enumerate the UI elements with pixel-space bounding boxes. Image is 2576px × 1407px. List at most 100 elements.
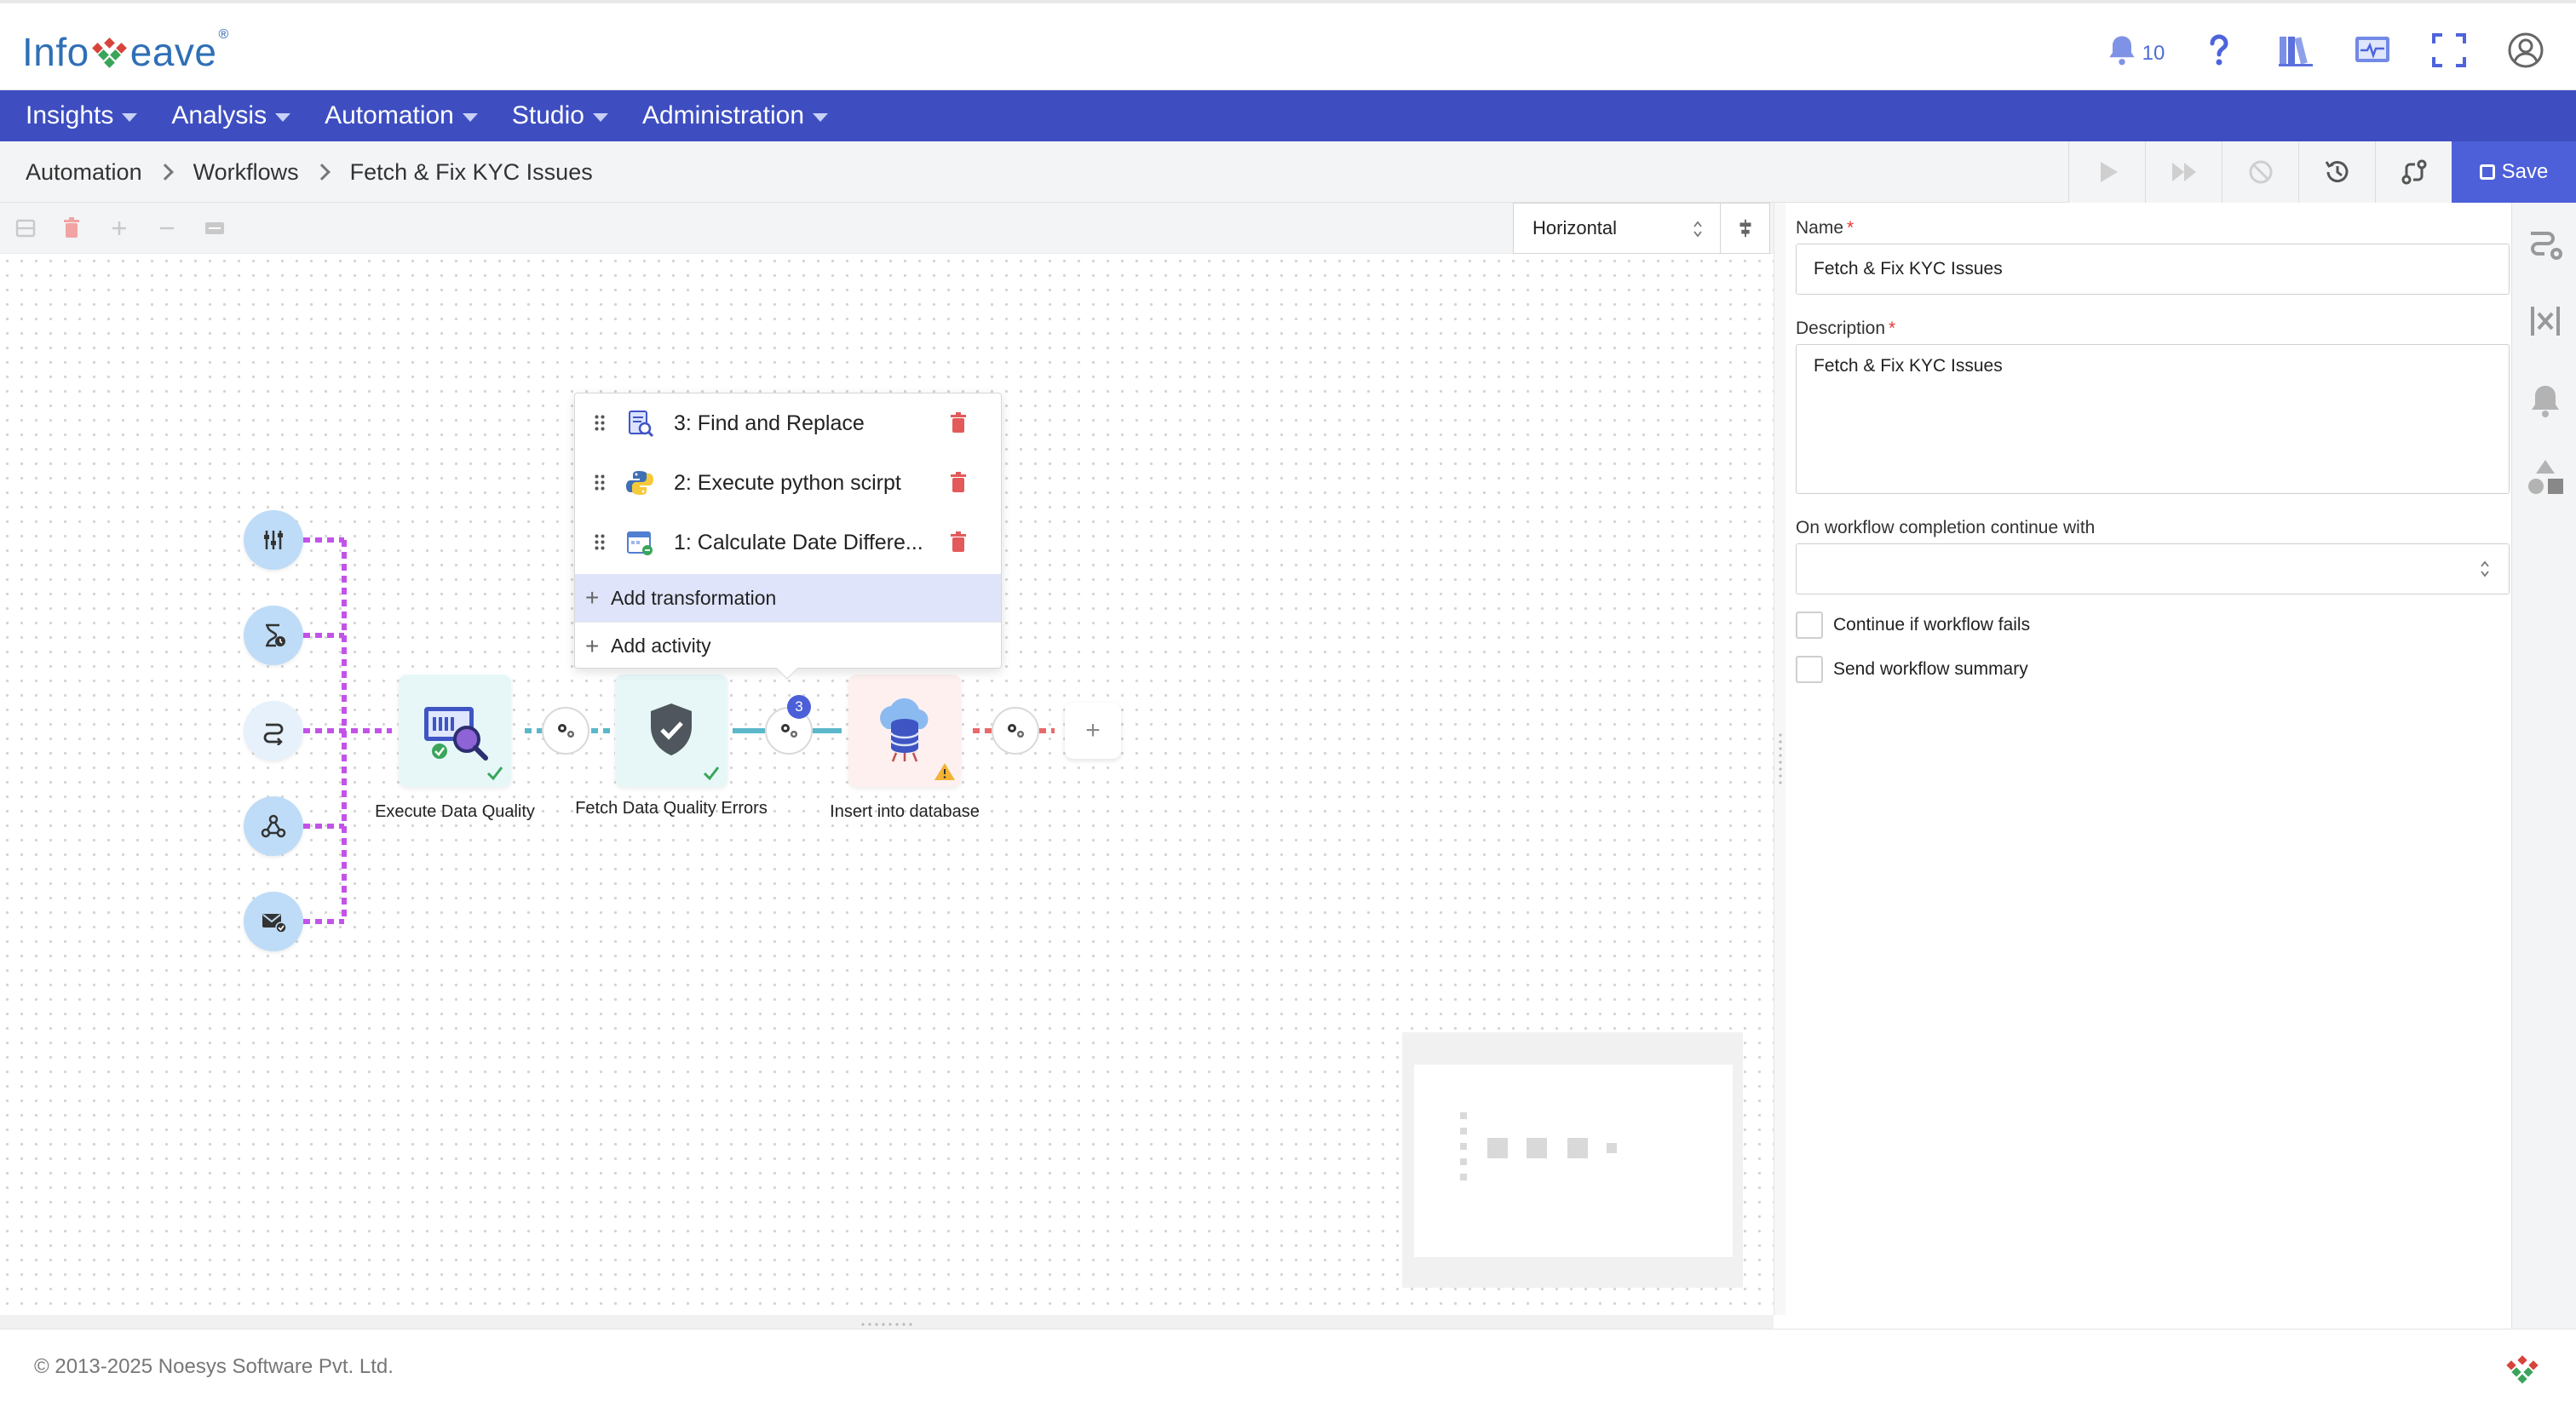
description-textarea[interactable]: Fetch & Fix KYC Issues	[1796, 344, 2510, 494]
caret-down-icon	[122, 113, 138, 122]
variables-icon[interactable]	[2524, 300, 2567, 342]
drag-handle-icon[interactable]	[594, 533, 606, 552]
delete-transformation-icon[interactable]	[948, 412, 969, 434]
node-insert-into-database[interactable]	[848, 675, 961, 787]
trigger-schedule[interactable]	[244, 606, 303, 665]
workflow-settings-icon[interactable]	[2524, 223, 2567, 266]
stop-button[interactable]	[2222, 141, 2298, 203]
nav-analysis[interactable]: Analysis	[171, 101, 291, 130]
question-icon	[2210, 34, 2228, 66]
trigger-parameters[interactable]	[244, 510, 303, 570]
transformation-item[interactable]: 2: Execute python scirpt	[575, 453, 1001, 513]
trigger-webhook[interactable]	[244, 796, 303, 856]
select-updown-icon	[2481, 560, 2489, 577]
nav-insights[interactable]: Insights	[26, 101, 138, 130]
add-transformation-button[interactable]: + Add transformation	[575, 574, 1001, 622]
drag-handle-icon[interactable]	[594, 414, 606, 433]
monitor-pulse-icon	[2355, 37, 2389, 62]
alerts-bell-icon[interactable]	[2524, 380, 2567, 422]
footer-logo-icon	[2506, 1355, 2539, 1384]
mail-check-icon	[262, 914, 287, 933]
add-node-button[interactable]: +	[1065, 703, 1121, 759]
caret-down-icon	[275, 113, 291, 122]
hourglass-clock-icon	[266, 623, 285, 647]
minimap-node	[1527, 1138, 1547, 1158]
grip-icon	[1776, 732, 1784, 786]
gears-icon	[781, 724, 797, 738]
breadcrumb-bar: Automation Workflows Fetch & Fix KYC Iss…	[0, 141, 2576, 203]
caret-down-icon	[592, 113, 608, 122]
minimap-node	[1607, 1143, 1617, 1153]
name-label: Name *	[1796, 218, 1854, 238]
trigger-email[interactable]	[244, 892, 303, 951]
infoveave-logo[interactable]: Info eave ®	[22, 22, 229, 82]
right-tool-rail	[2511, 203, 2576, 1329]
fullscreen-button[interactable]	[2411, 20, 2487, 80]
name-input[interactable]: Fetch & Fix KYC Issues	[1796, 244, 2510, 295]
node-execute-data-quality[interactable]	[399, 675, 511, 787]
run-button[interactable]	[2068, 141, 2145, 203]
breadcrumb: Automation Workflows Fetch & Fix KYC Iss…	[26, 141, 593, 203]
connector-settings-1[interactable]	[542, 707, 589, 755]
notification-count: 10	[2142, 42, 2165, 65]
drag-handle-icon[interactable]	[594, 474, 606, 492]
continue-if-fails-checkbox[interactable]	[1796, 612, 1823, 639]
node-fetch-data-quality-errors[interactable]	[615, 675, 727, 787]
nav-administration[interactable]: Administration	[642, 101, 829, 130]
sliders-icon	[264, 531, 283, 549]
main-navigation: Insights Analysis Automation Studio Admi…	[0, 90, 2576, 141]
stop-circle-icon	[2249, 160, 2272, 184]
versions-button[interactable]	[2375, 141, 2452, 203]
shapes-icon[interactable]	[2524, 457, 2567, 499]
completion-select[interactable]	[1796, 543, 2510, 594]
chevron-right-icon	[156, 164, 174, 181]
minimap-viewport[interactable]	[1414, 1065, 1733, 1257]
cloud-database-icon	[880, 698, 929, 762]
history-button[interactable]	[2298, 141, 2375, 203]
caret-down-icon	[813, 113, 829, 122]
nav-studio[interactable]: Studio	[512, 101, 608, 130]
panel-splitter[interactable]	[1774, 203, 1785, 1315]
warning-icon	[934, 763, 955, 780]
plus-icon: +	[585, 584, 600, 611]
send-summary-checkbox[interactable]	[1796, 656, 1823, 683]
activity-monitor-button[interactable]	[2334, 20, 2411, 80]
run-from-button[interactable]	[2145, 141, 2222, 203]
minimap-node	[1460, 1143, 1467, 1150]
nav-automation[interactable]: Automation	[325, 101, 478, 130]
save-button[interactable]: Save	[2452, 141, 2576, 203]
books-icon	[2279, 37, 2313, 66]
continue-if-fails-label: Continue if workflow fails	[1833, 615, 2031, 635]
send-summary-label: Send workflow summary	[1833, 659, 2028, 679]
python-icon	[626, 471, 653, 495]
delete-transformation-icon[interactable]	[948, 472, 969, 494]
fast-forward-icon	[2171, 163, 2196, 181]
canvas-minimap[interactable]	[1402, 1032, 1743, 1288]
transformation-item[interactable]: 3: Find and Replace	[575, 393, 1001, 453]
bell-icon	[2108, 36, 2135, 66]
delete-transformation-icon[interactable]	[948, 531, 969, 554]
chevron-right-icon	[313, 164, 331, 181]
route-icon	[263, 723, 284, 745]
shield-check-icon	[651, 704, 692, 755]
user-profile-button[interactable]	[2487, 20, 2564, 80]
notifications-button[interactable]: 10	[2087, 20, 2181, 80]
breadcrumb-workflows[interactable]: Workflows	[193, 159, 299, 186]
webhook-icon	[261, 814, 286, 838]
workflow-properties-panel: Name * Fetch & Fix KYC Issues Description…	[1785, 203, 2511, 1329]
logo-weave-mark-icon	[91, 37, 127, 68]
workflow-actions: Save	[2068, 141, 2576, 203]
minimap-node	[1460, 1112, 1467, 1119]
trigger-workflow[interactable]	[244, 701, 303, 761]
transformation-item[interactable]: 1: Calculate Date Differe...	[575, 513, 1001, 572]
user-avatar-icon	[2508, 32, 2544, 68]
transformation-count-badge: 3	[787, 695, 811, 719]
help-button[interactable]	[2181, 20, 2257, 80]
breadcrumb-automation[interactable]: Automation	[26, 159, 142, 186]
save-disk-icon	[2479, 164, 2495, 180]
library-button[interactable]	[2257, 20, 2334, 80]
data-quality-scan-icon	[424, 707, 488, 761]
connector-settings-3[interactable]	[992, 707, 1039, 755]
minimap-node	[1460, 1174, 1467, 1180]
minimap-node	[1567, 1138, 1588, 1158]
